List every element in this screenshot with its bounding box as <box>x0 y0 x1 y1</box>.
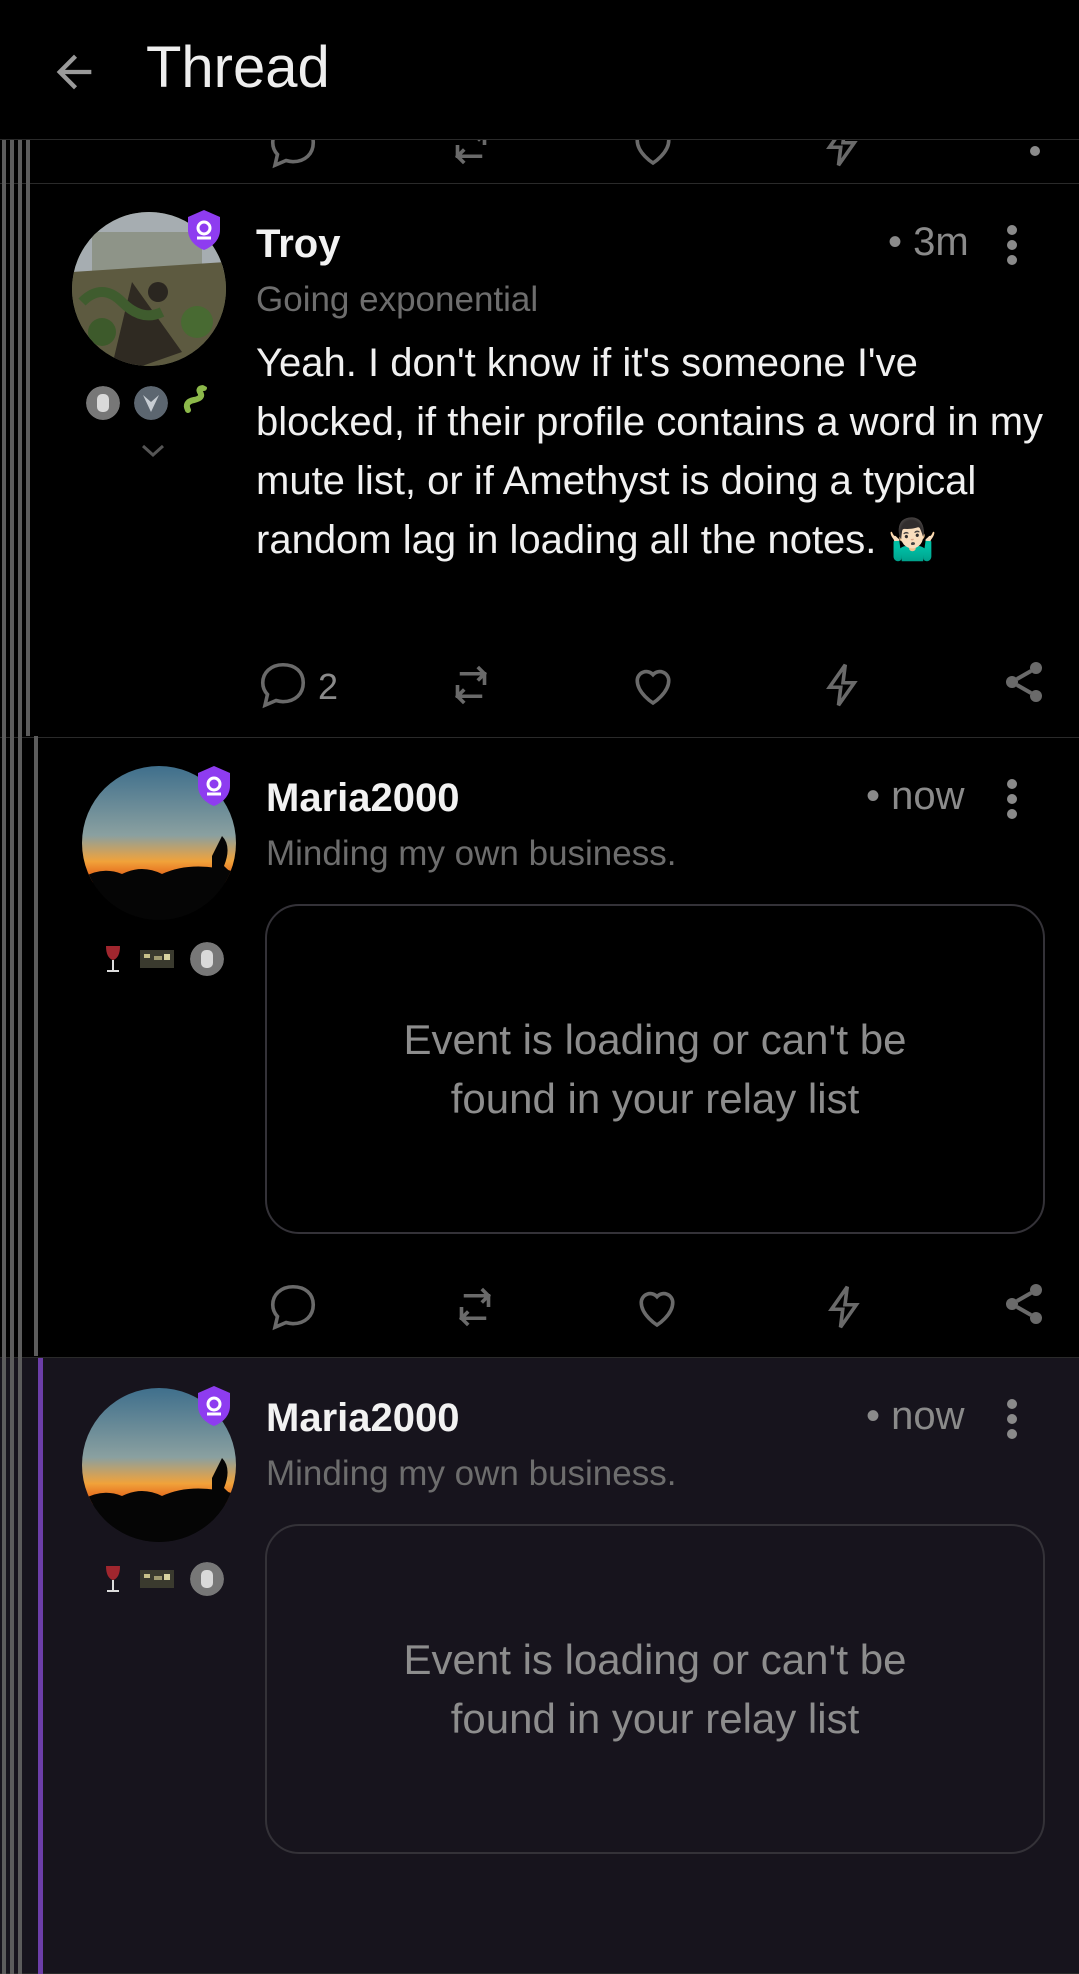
author-about: Minding my own business. <box>266 1454 677 1493</box>
more-options-icon[interactable] <box>1002 776 1022 822</box>
wine-glass-icon[interactable] <box>96 942 130 976</box>
follower-avatar-icon[interactable] <box>134 386 168 420</box>
zap-icon[interactable] <box>818 1280 872 1334</box>
note-card-highlighted[interactable]: Maria2000 • now Minding my own business.… <box>0 1358 1079 1974</box>
embedded-event-placeholder[interactable]: Event is loading or can't be found in yo… <box>265 904 1045 1234</box>
reply-icon[interactable] <box>256 658 310 712</box>
note-content[interactable]: Yeah. I don't know if it's someone I've … <box>256 334 1046 570</box>
zap-icon[interactable] <box>816 140 870 172</box>
verified-badge-icon <box>198 1386 230 1426</box>
verified-badge-icon <box>188 210 220 250</box>
reply-icon[interactable] <box>266 1280 320 1334</box>
author-name[interactable]: Maria2000 <box>266 1396 459 1441</box>
author-about: Going exponential <box>256 280 539 319</box>
arrow-left-icon <box>56 54 92 90</box>
reply-count: 2 <box>318 666 339 707</box>
back-button[interactable] <box>42 40 106 104</box>
like-icon[interactable] <box>626 658 680 712</box>
share-icon[interactable] <box>1000 658 1048 706</box>
follower-avatar-icon[interactable] <box>140 942 174 976</box>
share-icon[interactable] <box>1000 1280 1048 1328</box>
follower-avatar-icon[interactable] <box>86 386 120 420</box>
verified-badge-icon <box>198 766 230 806</box>
snake-emoji-icon[interactable] <box>180 384 214 418</box>
post-time: • 3m <box>888 220 969 264</box>
chevron-down-icon[interactable] <box>140 442 166 460</box>
page-title: Thread <box>146 35 330 100</box>
repost-icon[interactable] <box>444 658 498 712</box>
wine-glass-icon[interactable] <box>96 1562 130 1596</box>
note-card[interactable]: Maria2000 • now Minding my own business.… <box>0 738 1079 1358</box>
repost-icon[interactable] <box>444 140 498 172</box>
top-app-bar: Thread <box>0 0 1079 140</box>
like-icon[interactable] <box>626 140 680 172</box>
previous-post-actions <box>0 140 1079 184</box>
like-icon[interactable] <box>630 1280 684 1334</box>
note-actions <box>0 1280 1079 1340</box>
author-name[interactable]: Troy <box>256 222 340 267</box>
repost-icon[interactable] <box>448 1280 502 1334</box>
dot-icon <box>1030 146 1040 156</box>
follower-avatar-icon[interactable] <box>190 942 224 976</box>
author-about: Minding my own business. <box>266 834 677 873</box>
embed-message: Event is loading or can't be found in yo… <box>403 1636 907 1742</box>
author-name[interactable]: Maria2000 <box>266 776 459 821</box>
note-actions: 2 <box>0 658 1079 718</box>
note-card[interactable]: Troy • 3m Going exponential Yeah. I don'… <box>0 184 1079 738</box>
zap-icon[interactable] <box>816 658 870 712</box>
more-options-icon[interactable] <box>1002 1396 1022 1442</box>
more-options-icon[interactable] <box>1002 222 1022 268</box>
reply-icon[interactable] <box>266 140 320 172</box>
follower-avatar-icon[interactable] <box>140 1562 174 1596</box>
post-time: • now <box>866 1394 965 1438</box>
embed-message: Event is loading or can't be found in yo… <box>403 1016 907 1122</box>
embedded-event-placeholder[interactable]: Event is loading or can't be found in yo… <box>265 1524 1045 1854</box>
post-time: • now <box>866 774 965 818</box>
follower-avatar-icon[interactable] <box>190 1562 224 1596</box>
